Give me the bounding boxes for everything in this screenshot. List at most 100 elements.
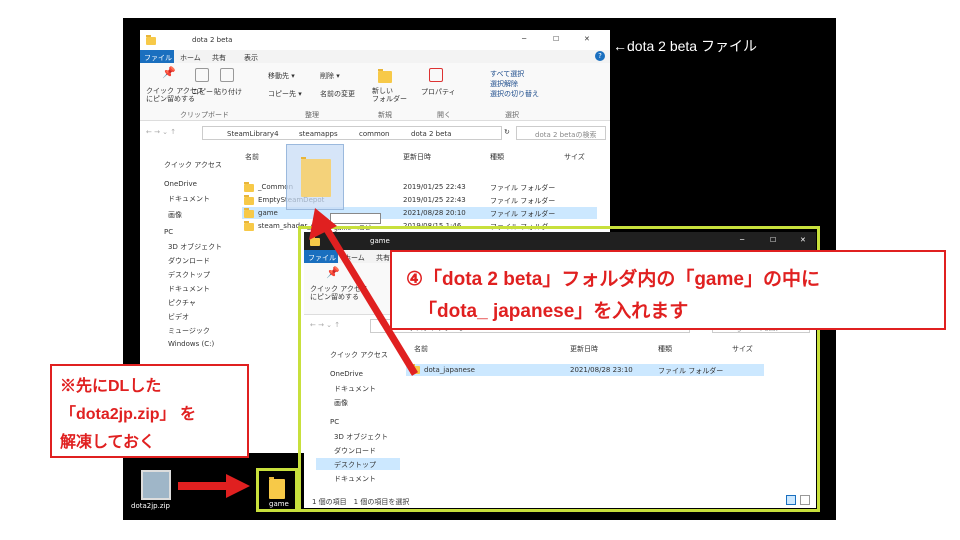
col-size[interactable]: サイズ (564, 152, 585, 162)
group-organize-label: 整理 (305, 111, 319, 119)
paste-button[interactable]: 貼り付け (214, 87, 242, 97)
search-box[interactable]: dota 2 betaの検索 (516, 126, 606, 140)
address-bar[interactable]: SteamLibrary4 steamapps common dota 2 be… (202, 126, 502, 140)
row-type: ファイル フォルダー (490, 210, 556, 218)
folder-icon (146, 35, 156, 45)
path-seg-2[interactable]: common (359, 130, 390, 138)
col-name[interactable]: 名前 (245, 152, 259, 162)
copy-tooltip: game へコピー (330, 213, 381, 232)
nav-downloads[interactable]: ダウンロード (334, 446, 376, 456)
close-button[interactable]: ✕ (800, 236, 806, 244)
nav-documents-2[interactable]: ドキュメント (334, 474, 376, 484)
folder-icon (310, 236, 320, 246)
nav-videos[interactable]: ビデオ (168, 312, 189, 322)
refresh-icon[interactable]: ↻ (504, 128, 510, 136)
nav-pc[interactable]: PC (164, 228, 173, 236)
minimize-button[interactable]: ─ (740, 236, 744, 244)
nav-documents-2[interactable]: ドキュメント (168, 284, 210, 294)
nav-documents[interactable]: ドキュメント (168, 194, 210, 204)
pin-quick-access-button[interactable]: クイック アクセス にピン留めする (310, 285, 368, 301)
select-none-button[interactable]: 選択解除 (490, 79, 518, 89)
nav-3d[interactable]: 3D オブジェクト (334, 432, 388, 442)
nav-desktop[interactable]: デスクトップ (334, 460, 376, 470)
desktop-zip-icon[interactable] (141, 470, 171, 500)
nav-desktop[interactable]: デスクトップ (168, 270, 210, 280)
tab-share[interactable]: 共有 (212, 53, 226, 63)
desktop-game-label: game (269, 500, 289, 508)
ribbon: 📌 クイック アクセス にピン留めする コピー 貼り付け クリップボード 移動先… (140, 63, 610, 121)
status-bar: 1 個の項目 1 個の項目を選択 (304, 494, 816, 508)
close-button[interactable]: ✕ (584, 35, 590, 43)
col-date[interactable]: 更新日時 (570, 344, 598, 354)
new-folder-icon (378, 69, 392, 83)
col-size[interactable]: サイズ (732, 344, 753, 354)
nav-downloads[interactable]: ダウンロード (168, 256, 210, 266)
large-icons-view-icon[interactable] (800, 495, 810, 505)
tab-home[interactable]: ホーム (344, 253, 365, 263)
file-list: 名前 更新日時 種類 サイズ dota_japanese 2021/08/28 … (404, 340, 816, 490)
path-seg-0[interactable]: SteamLibrary4 (227, 130, 279, 138)
row-name: game (258, 209, 278, 217)
nav-back-icon[interactable]: ← → ⌄ ↑ (146, 128, 176, 136)
drag-ghost (286, 144, 344, 210)
tab-file[interactable]: ファイル (140, 50, 174, 63)
col-date[interactable]: 更新日時 (403, 152, 431, 162)
col-name[interactable]: 名前 (414, 344, 428, 354)
nav-windows-c[interactable]: Windows (C:) (168, 340, 214, 348)
minimize-button[interactable]: ─ (522, 35, 526, 43)
nav-quick-access[interactable]: クイック アクセス (330, 350, 388, 360)
details-view-icon[interactable] (786, 495, 796, 505)
title-bar[interactable]: game ─ ☐ ✕ (304, 232, 816, 250)
tab-view[interactable]: 表示 (244, 53, 258, 63)
nav-quick-access[interactable]: クイック アクセス (164, 160, 222, 170)
instruction-line1: ④「dota 2 beta」フォルダ内の「game」の中に (406, 269, 820, 290)
nav-pictures[interactable]: 画像 (334, 398, 348, 408)
path-seg-1[interactable]: steamapps (299, 130, 338, 138)
pin-icon[interactable]: 📌 (326, 267, 340, 278)
nav-3d[interactable]: 3D オブジェクト (168, 242, 222, 252)
nav-pictures[interactable]: 画像 (168, 210, 182, 220)
right-arrow (178, 474, 250, 498)
tab-file[interactable]: ファイル (304, 250, 338, 263)
ribbon-tabs: ファイル ホーム 共有 表示 ? (140, 50, 610, 63)
nav-music[interactable]: ミュージック (168, 326, 210, 336)
invert-select-button[interactable]: 選択の切り替え (490, 89, 539, 99)
col-type[interactable]: 種類 (490, 152, 504, 162)
rename-button[interactable]: 名前の変更 (320, 89, 355, 99)
desktop-game-folder-icon[interactable] (269, 477, 285, 499)
select-all-button[interactable]: すべて選択 (490, 69, 524, 79)
nav-pc[interactable]: PC (330, 418, 339, 426)
new-folder-button[interactable]: 新しい フォルダー (372, 87, 407, 103)
address-row: ← → ⌄ ↑ SteamLibrary4 steamapps common d… (140, 125, 610, 141)
search-placeholder: dota 2 betaの検索 (535, 131, 597, 139)
folder-icon (244, 195, 254, 205)
maximize-button[interactable]: ☐ (553, 35, 559, 43)
copy-icon (195, 68, 209, 82)
delete-button[interactable]: 削除 ▾ (320, 71, 340, 81)
maximize-button[interactable]: ☐ (770, 236, 776, 244)
nav-onedrive[interactable]: OneDrive (330, 370, 363, 378)
tab-home[interactable]: ホーム (180, 53, 201, 63)
help-icon[interactable]: ? (595, 51, 605, 61)
nav-onedrive[interactable]: OneDrive (164, 180, 197, 188)
title-bar[interactable]: dota 2 beta ─ ☐ ✕ (140, 30, 610, 50)
note-line1: ※先にDLした (60, 378, 162, 395)
nav-back-icon[interactable]: ← → ⌄ ↑ (310, 321, 340, 329)
nav-documents[interactable]: ドキュメント (334, 384, 376, 394)
folder-icon (244, 182, 254, 192)
properties-icon (429, 68, 443, 82)
tab-share[interactable]: 共有 (376, 253, 390, 263)
copy-to-button[interactable]: コピー先 ▾ (268, 89, 302, 99)
folder-icon (410, 364, 420, 374)
copy-button[interactable]: コピー (192, 87, 213, 97)
col-type[interactable]: 種類 (658, 344, 672, 354)
table-row[interactable]: dota_japanese 2021/08/28 23:10 ファイル フォルダ… (406, 364, 764, 376)
properties-button[interactable]: プロパティ (421, 87, 456, 97)
pin-icon[interactable]: 📌 (162, 67, 176, 78)
move-to-button[interactable]: 移動先 ▾ (268, 71, 295, 81)
path-seg-3[interactable]: dota 2 beta (411, 130, 451, 138)
note-line2: 「dota2jp.zip」 を (60, 406, 197, 423)
row-name: dota_japanese (424, 366, 475, 374)
row-type: ファイル フォルダー (658, 367, 724, 375)
nav-pictures-2[interactable]: ピクチャ (168, 298, 196, 308)
